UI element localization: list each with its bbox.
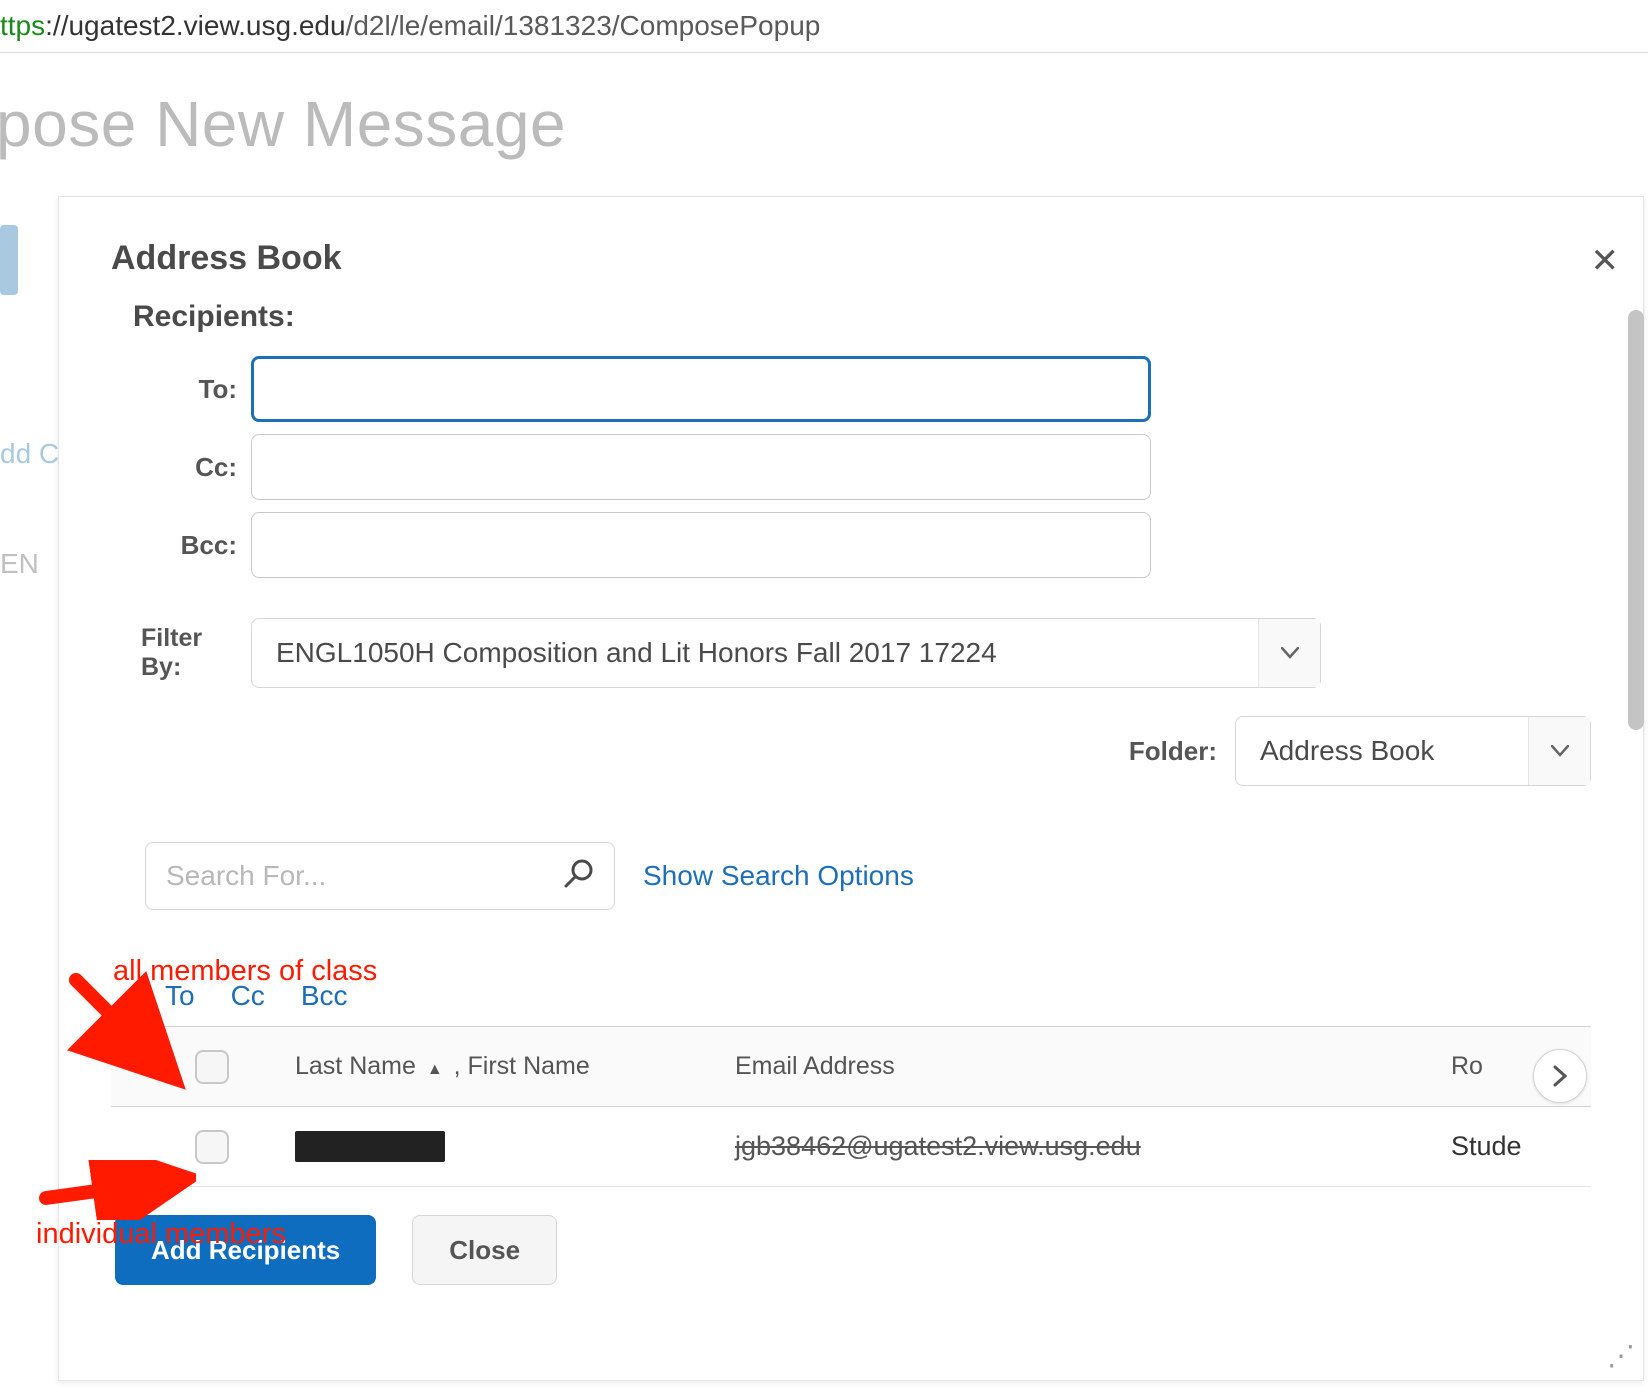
close-icon[interactable]: ✕ [1591,241,1620,281]
show-search-options-link[interactable]: Show Search Options [643,860,914,892]
add-to-links: To Cc Bcc [165,980,1591,1012]
filter-dropdown[interactable]: ENGL1050H Composition and Lit Honors Fal… [251,618,1321,688]
recipients-heading: Recipients: [133,300,1591,334]
row-checkbox[interactable] [195,1130,229,1164]
select-all-cell [111,1050,281,1084]
chevron-down-icon [1528,717,1590,785]
url-path: /d2l/le/email/1381323/ComposePopup [346,10,821,41]
search-icon[interactable] [564,858,594,895]
address-book-modal: ✕ Address Book Recipients: To: Cc: Bcc: … [58,196,1644,1381]
close-button[interactable]: Close [412,1215,557,1285]
row-role: Stude [1441,1131,1591,1162]
add-recipients-button[interactable]: Add Recipients [115,1215,376,1285]
select-all-checkbox[interactable] [195,1050,229,1084]
search-input[interactable] [166,860,564,892]
address-bar[interactable]: ttps://ugatest2.view.usg.edu/d2l/le/emai… [0,0,1648,53]
row-name: iBozza, Jay [281,1131,721,1162]
row-select-cell [111,1130,281,1164]
chevron-down-icon [1258,619,1320,687]
cc-label: Cc: [111,452,251,483]
row-email-text: jgb38462@ugatest2.view.usg.edu [735,1131,1141,1161]
sort-asc-icon: ▲ [427,1061,443,1078]
to-input[interactable] [251,356,1151,422]
bcc-row: Bcc: [111,512,1591,578]
folder-label: Folder: [1129,736,1217,767]
background-page-title: pose New Message [0,53,1648,181]
folder-dropdown[interactable]: Address Book [1235,716,1591,786]
col-name[interactable]: Last Name ▲ , First Name [281,1052,721,1081]
filter-label: Filter By: [111,624,251,682]
footer-buttons: Add Recipients Close [115,1215,1591,1285]
next-page-button[interactable] [1533,1049,1587,1103]
add-to-cc-link[interactable]: Cc [231,980,265,1012]
cc-row: Cc: [111,434,1591,500]
row-name-redacted: iBozza, Jay [295,1131,445,1162]
url-host: ://ugatest2.view.usg.edu [45,10,345,41]
cc-input[interactable] [251,434,1151,500]
table-row: iBozza, Jay jgb38462@ugatest2.view.usg.e… [111,1107,1591,1187]
bcc-label: Bcc: [111,530,251,561]
url-scheme: ttps [0,10,45,41]
recipients-table: Last Name ▲ , First Name Email Address R… [111,1026,1591,1187]
add-to-bcc-link[interactable]: Bcc [301,980,348,1012]
col-email[interactable]: Email Address [721,1052,1441,1081]
add-to-to-link[interactable]: To [165,980,195,1012]
background-add-fragment: dd C [0,438,59,470]
resize-grip-icon[interactable]: ⋰ [1607,1339,1635,1372]
search-box[interactable] [145,842,615,910]
filter-selected: ENGL1050H Composition and Lit Honors Fal… [252,637,1258,669]
table-header-row: Last Name ▲ , First Name Email Address R… [111,1027,1591,1107]
bcc-input[interactable] [251,512,1151,578]
scrollbar-thumb[interactable] [1628,310,1644,730]
modal-title: Address Book [111,239,1591,278]
filter-row: Filter By: ENGL1050H Composition and Lit… [111,618,1591,688]
background-active-tab-fragment [0,225,18,295]
search-row: Show Search Options [145,842,1591,910]
folder-row: Folder: Address Book [111,716,1591,786]
row-email: jgb38462@ugatest2.view.usg.edu [721,1131,1441,1162]
col-name-first: , First Name [454,1052,590,1080]
to-row: To: [111,356,1591,422]
col-name-last: Last Name [295,1052,416,1080]
folder-selected: Address Book [1236,735,1528,767]
to-label: To: [111,374,251,405]
background-engl-fragment: EN [0,548,39,580]
